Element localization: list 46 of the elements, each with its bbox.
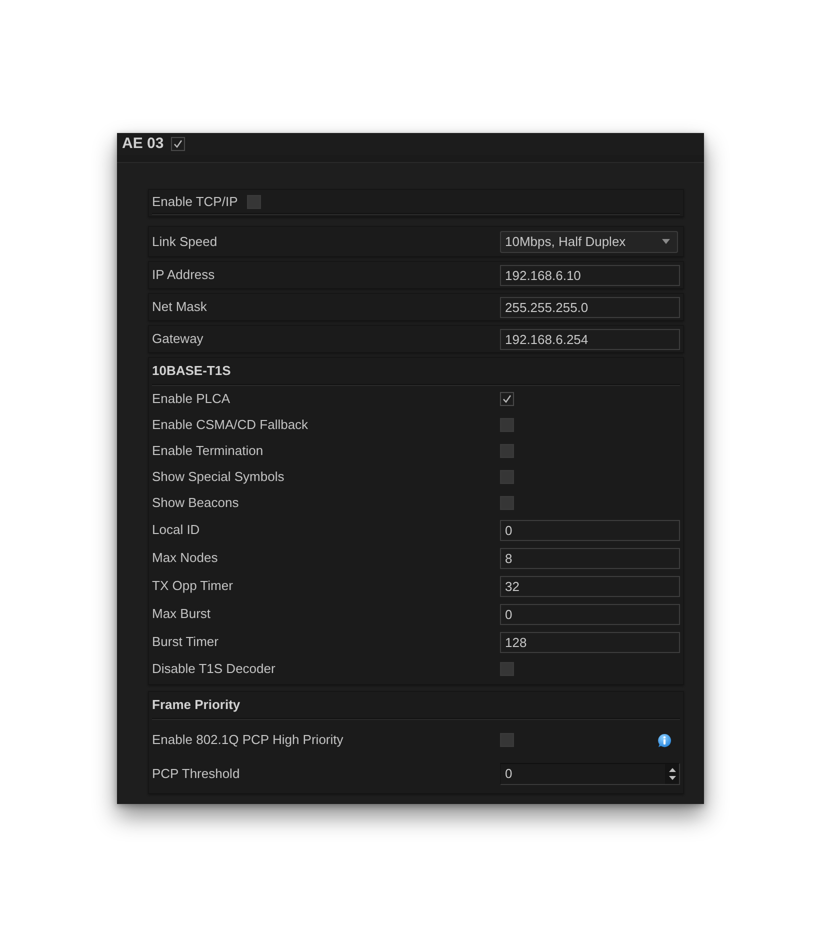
text-field[interactable]: 0 bbox=[500, 520, 680, 540]
setting-label: Enable Termination bbox=[152, 443, 264, 459]
dropdown[interactable]: 10Mbps, Half Duplex bbox=[500, 230, 678, 252]
setting-label: Local ID bbox=[152, 522, 200, 538]
section-title: Frame Priority bbox=[152, 697, 240, 713]
setting-label: Enable CSMA/CD Fallback bbox=[152, 417, 308, 433]
checkbox[interactable] bbox=[246, 194, 261, 208]
setting-label: Net Mask bbox=[152, 299, 207, 315]
text-field[interactable]: 255.255.255.0 bbox=[500, 296, 680, 318]
checkbox[interactable] bbox=[170, 137, 185, 151]
setting-label: Show Special Symbols bbox=[152, 469, 284, 485]
section-title: 10BASE-T1S bbox=[152, 363, 231, 379]
checkbox[interactable] bbox=[500, 662, 514, 676]
setting-label: Enable 802.1Q PCP High Priority bbox=[152, 732, 344, 748]
setting-label: Burst Timer bbox=[152, 634, 218, 650]
decrement-arrow-icon[interactable] bbox=[668, 776, 676, 780]
checkbox[interactable] bbox=[500, 444, 514, 458]
info-icon[interactable] bbox=[657, 732, 672, 748]
setting-label: IP Address bbox=[152, 267, 215, 283]
setting-label: Enable TCP/IP bbox=[152, 194, 238, 210]
setting-label: Max Nodes bbox=[152, 550, 218, 566]
text-field[interactable]: 32 bbox=[500, 576, 680, 596]
setting-label: Disable T1S Decoder bbox=[152, 661, 276, 677]
checkbox[interactable] bbox=[500, 418, 514, 432]
check-icon bbox=[172, 139, 183, 149]
setting-label: PCP Threshold bbox=[152, 766, 240, 782]
setting-label: TX Opp Timer bbox=[152, 578, 233, 594]
checkbox[interactable] bbox=[500, 470, 514, 484]
increment-arrow-icon[interactable] bbox=[668, 768, 676, 772]
check-icon bbox=[502, 394, 512, 404]
setting-label: Gateway bbox=[152, 331, 204, 347]
checkbox[interactable] bbox=[500, 733, 514, 747]
text-field[interactable]: 0 bbox=[500, 604, 680, 624]
text-field[interactable]: 8 bbox=[500, 548, 680, 568]
setting-label: Enable PLCA bbox=[152, 391, 230, 407]
text-field[interactable]: 192.168.6.10 bbox=[500, 264, 680, 286]
setting-label: Link Speed bbox=[152, 234, 218, 250]
setting-label: Show Beacons bbox=[152, 495, 239, 511]
checkbox[interactable] bbox=[500, 392, 514, 406]
setting-label: Max Burst bbox=[152, 606, 211, 622]
caret-icon bbox=[662, 239, 670, 244]
text-field[interactable]: 128 bbox=[500, 632, 680, 652]
checkbox[interactable] bbox=[500, 496, 514, 510]
panel-title: AE 03 bbox=[122, 135, 164, 153]
text-field[interactable]: 192.168.6.254 bbox=[500, 328, 680, 350]
spin-box[interactable]: 0 bbox=[500, 763, 680, 785]
